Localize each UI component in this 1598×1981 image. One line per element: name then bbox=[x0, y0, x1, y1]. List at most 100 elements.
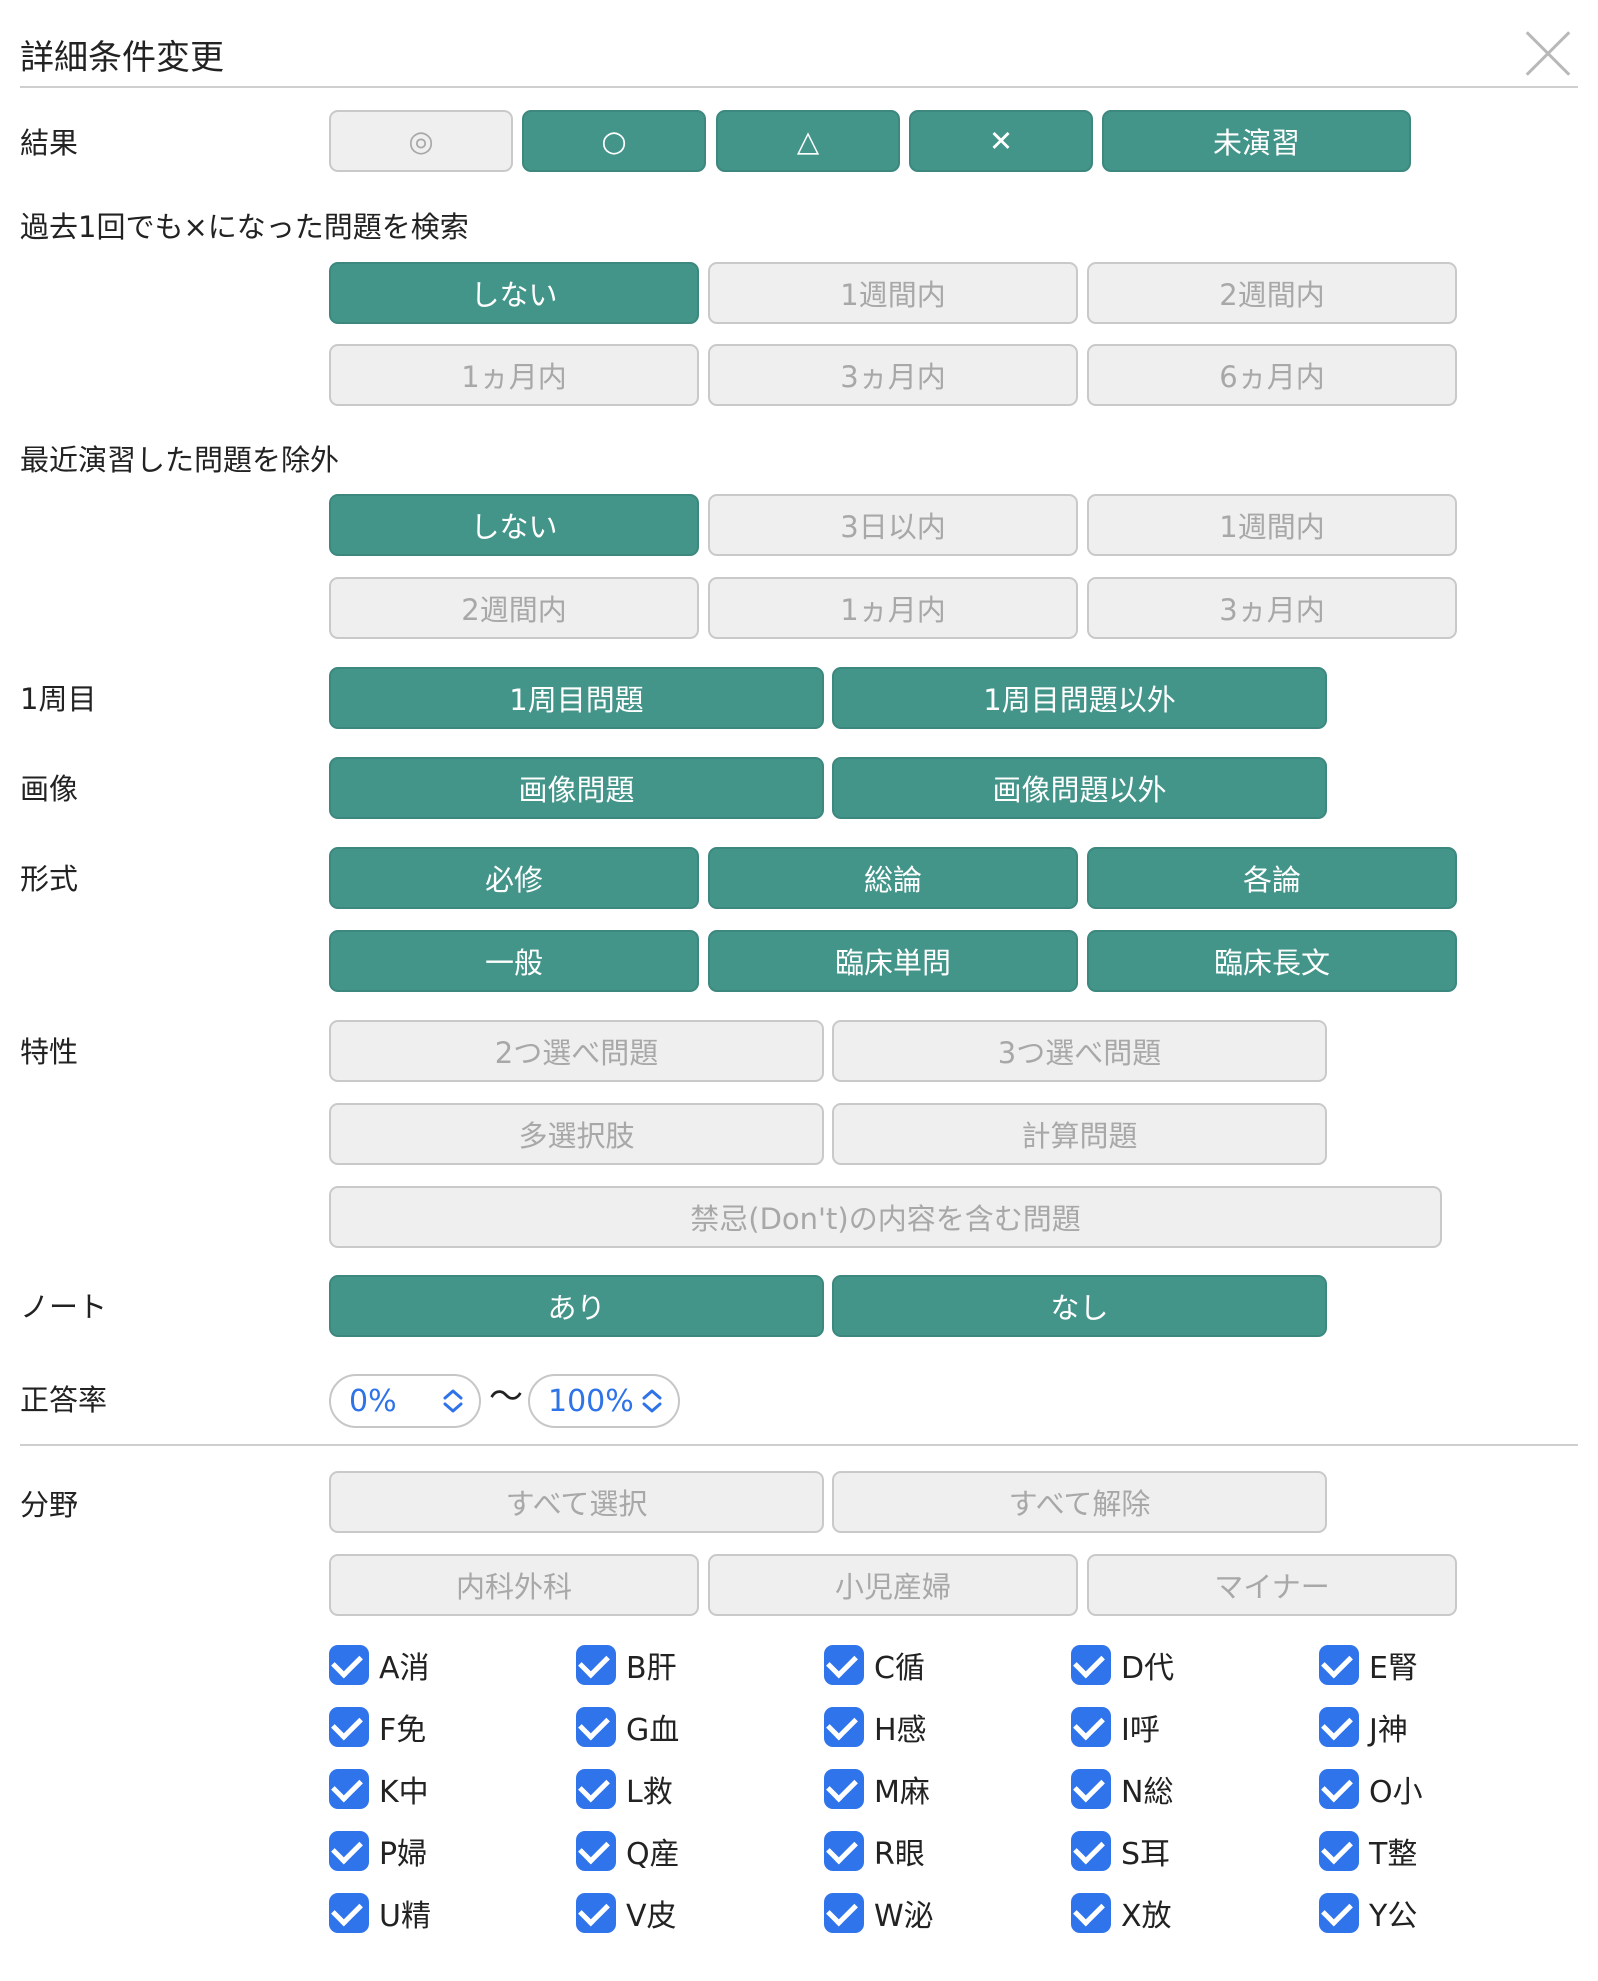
format-general-theory-button[interactable]: 総論 bbox=[708, 847, 1078, 909]
checkbox-checked-icon bbox=[329, 1769, 369, 1809]
format-label: 形式 bbox=[20, 862, 79, 896]
result-cross-button[interactable]: ✕ bbox=[909, 110, 1093, 172]
field-checkbox[interactable]: I呼 bbox=[1071, 1703, 1160, 1751]
field-checkbox[interactable]: H感 bbox=[824, 1703, 927, 1751]
first-round-button[interactable]: 1周目問題 bbox=[329, 667, 824, 729]
group-internal-surgery-button[interactable]: 内科外科 bbox=[329, 1554, 699, 1616]
select-all-button[interactable]: すべて選択 bbox=[329, 1471, 824, 1533]
field-checkbox-label: D代 bbox=[1121, 1651, 1175, 1686]
checkbox-checked-icon bbox=[1071, 1893, 1111, 1933]
accuracy-min-select[interactable]: 0% bbox=[329, 1374, 481, 1428]
field-checkbox-label: M麻 bbox=[874, 1775, 930, 1810]
field-checkbox[interactable]: V皮 bbox=[576, 1889, 677, 1937]
section-divider bbox=[20, 1444, 1578, 1446]
field-checkbox-label: X放 bbox=[1121, 1899, 1172, 1934]
checkbox-checked-icon bbox=[1319, 1831, 1359, 1871]
field-checkbox[interactable]: X放 bbox=[1071, 1889, 1172, 1937]
format-required-button[interactable]: 必修 bbox=[329, 847, 699, 909]
field-checkbox[interactable]: J神 bbox=[1319, 1703, 1408, 1751]
accuracy-max-value: 100% bbox=[548, 1383, 634, 1419]
field-checkbox[interactable]: G血 bbox=[576, 1703, 679, 1751]
field-checkbox-label: G血 bbox=[626, 1713, 680, 1748]
field-checkbox[interactable]: L救 bbox=[576, 1765, 673, 1813]
field-checkbox[interactable]: R眼 bbox=[824, 1827, 925, 1875]
past-wrong-3month-button[interactable]: 3ヵ月内 bbox=[708, 344, 1078, 406]
field-checkbox[interactable]: O小 bbox=[1319, 1765, 1423, 1813]
format-ordinary-button[interactable]: 一般 bbox=[329, 930, 699, 992]
checkbox-checked-icon bbox=[576, 1707, 616, 1747]
field-checkbox[interactable]: F免 bbox=[329, 1703, 426, 1751]
checkbox-checked-icon bbox=[329, 1645, 369, 1685]
trait-choose-three-button[interactable]: 3つ選べ問題 bbox=[832, 1020, 1327, 1082]
checkbox-checked-icon bbox=[1319, 1707, 1359, 1747]
format-specific-theory-button[interactable]: 各論 bbox=[1087, 847, 1457, 909]
result-triangle-button[interactable]: △ bbox=[716, 110, 900, 172]
accuracy-max-select[interactable]: 100% bbox=[528, 1374, 680, 1428]
field-checkbox[interactable]: U精 bbox=[329, 1889, 431, 1937]
checkbox-checked-icon bbox=[329, 1707, 369, 1747]
close-icon[interactable] bbox=[1524, 30, 1572, 78]
field-checkbox[interactable]: W泌 bbox=[824, 1889, 934, 1937]
field-checkbox-label: P婦 bbox=[379, 1837, 428, 1872]
dialog-header: 詳細条件変更 bbox=[20, 0, 1578, 88]
field-checkbox[interactable]: M麻 bbox=[824, 1765, 930, 1813]
deselect-all-button[interactable]: すべて解除 bbox=[832, 1471, 1327, 1533]
trait-contraindication-button[interactable]: 禁忌(Don't)の内容を含む問題 bbox=[329, 1186, 1442, 1248]
field-checkbox-label: F免 bbox=[379, 1713, 427, 1748]
accuracy-min-value: 0% bbox=[349, 1383, 397, 1419]
field-checkbox[interactable]: B肝 bbox=[576, 1641, 677, 1689]
field-checkbox-label: O小 bbox=[1369, 1775, 1423, 1810]
checkbox-checked-icon bbox=[824, 1893, 864, 1933]
exclude-recent-none-button[interactable]: しない bbox=[329, 494, 699, 556]
field-checkbox[interactable]: K中 bbox=[329, 1765, 429, 1813]
trait-multi-choice-button[interactable]: 多選択肢 bbox=[329, 1103, 824, 1165]
field-checkbox[interactable]: D代 bbox=[1071, 1641, 1174, 1689]
non-image-question-button[interactable]: 画像問題以外 bbox=[832, 757, 1327, 819]
not-first-round-button[interactable]: 1周目問題以外 bbox=[832, 667, 1327, 729]
field-checkbox[interactable]: Q産 bbox=[576, 1827, 680, 1875]
exclude-recent-3month-button[interactable]: 3ヵ月内 bbox=[1087, 577, 1457, 639]
field-checkbox[interactable]: S耳 bbox=[1071, 1827, 1170, 1875]
field-checkbox[interactable]: P婦 bbox=[329, 1827, 427, 1875]
image-question-button[interactable]: 画像問題 bbox=[329, 757, 824, 819]
field-checkbox[interactable]: E腎 bbox=[1319, 1641, 1418, 1689]
note-label: ノート bbox=[20, 1290, 108, 1324]
checkbox-checked-icon bbox=[576, 1645, 616, 1685]
trait-choose-two-button[interactable]: 2つ選べ問題 bbox=[329, 1020, 824, 1082]
checkbox-checked-icon bbox=[1071, 1645, 1111, 1685]
past-wrong-1month-button[interactable]: 1ヵ月内 bbox=[329, 344, 699, 406]
field-checkbox-label: B肝 bbox=[626, 1651, 677, 1686]
field-checkbox[interactable]: C循 bbox=[824, 1641, 925, 1689]
field-checkbox[interactable]: T整 bbox=[1319, 1827, 1417, 1875]
exclude-recent-3day-button[interactable]: 3日以内 bbox=[708, 494, 1078, 556]
field-checkbox[interactable]: N総 bbox=[1071, 1765, 1173, 1813]
exclude-recent-1week-button[interactable]: 1週間内 bbox=[1087, 494, 1457, 556]
trait-calculation-button[interactable]: 計算問題 bbox=[832, 1103, 1327, 1165]
checkbox-checked-icon bbox=[824, 1769, 864, 1809]
field-checkbox-label: S耳 bbox=[1121, 1837, 1171, 1872]
past-wrong-2week-button[interactable]: 2週間内 bbox=[1087, 262, 1457, 324]
range-separator: 〜 bbox=[489, 1377, 523, 1417]
result-double-circle-button[interactable]: ◎ bbox=[329, 110, 513, 172]
result-circle-button[interactable]: ○ bbox=[522, 110, 706, 172]
chevron-up-down-icon bbox=[642, 1389, 662, 1413]
exclude-recent-2week-button[interactable]: 2週間内 bbox=[329, 577, 699, 639]
field-checkbox[interactable]: A消 bbox=[329, 1641, 430, 1689]
group-minor-button[interactable]: マイナー bbox=[1087, 1554, 1457, 1616]
exclude-recent-1month-button[interactable]: 1ヵ月内 bbox=[708, 577, 1078, 639]
field-checkbox-label: W泌 bbox=[874, 1899, 934, 1934]
past-wrong-6month-button[interactable]: 6ヵ月内 bbox=[1087, 344, 1457, 406]
field-checkbox[interactable]: Y公 bbox=[1319, 1889, 1417, 1937]
field-checkbox-label: C循 bbox=[874, 1651, 925, 1686]
past-wrong-1week-button[interactable]: 1週間内 bbox=[708, 262, 1078, 324]
note-no-button[interactable]: なし bbox=[832, 1275, 1327, 1337]
result-unpracticed-button[interactable]: 未演習 bbox=[1102, 110, 1411, 172]
checkbox-checked-icon bbox=[576, 1893, 616, 1933]
checkbox-checked-icon bbox=[1071, 1707, 1111, 1747]
format-clinical-single-button[interactable]: 臨床単問 bbox=[708, 930, 1078, 992]
field-checkbox-label: U精 bbox=[379, 1899, 431, 1934]
format-clinical-long-button[interactable]: 臨床長文 bbox=[1087, 930, 1457, 992]
group-pediatrics-obgyn-button[interactable]: 小児産婦 bbox=[708, 1554, 1078, 1616]
note-yes-button[interactable]: あり bbox=[329, 1275, 824, 1337]
past-wrong-none-button[interactable]: しない bbox=[329, 262, 699, 324]
